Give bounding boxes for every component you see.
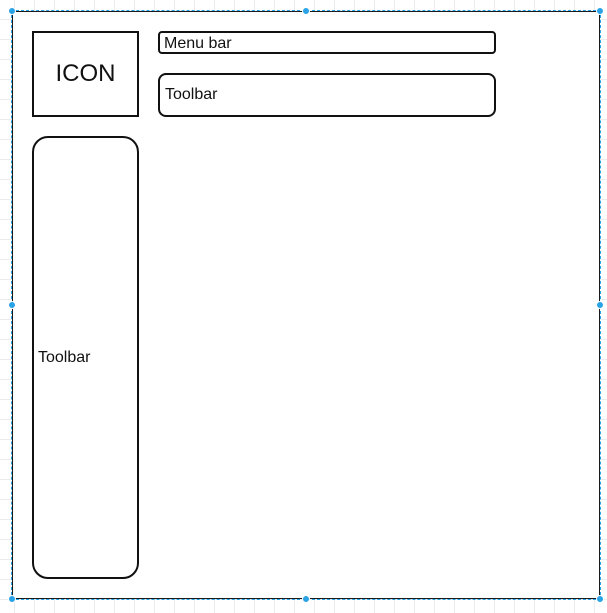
resize-handle-left[interactable]	[8, 301, 16, 309]
resize-handle-bottom[interactable]	[302, 595, 310, 603]
top-toolbar-placeholder[interactable]: Toolbar	[158, 73, 496, 117]
resize-handle-right[interactable]	[596, 301, 604, 309]
icon-placeholder[interactable]: ICON	[32, 31, 139, 117]
resize-handle-top-left[interactable]	[8, 7, 16, 15]
resize-handle-bottom-left[interactable]	[8, 595, 16, 603]
resize-handle-bottom-right[interactable]	[596, 595, 604, 603]
resize-handle-top-right[interactable]	[596, 7, 604, 15]
icon-placeholder-label: ICON	[55, 60, 116, 87]
menu-bar-placeholder[interactable]: Menu bar	[158, 31, 496, 54]
side-toolbar-label: Toolbar	[38, 348, 91, 366]
resize-handle-top[interactable]	[302, 7, 310, 15]
top-toolbar-label: Toolbar	[165, 86, 218, 103]
side-toolbar-placeholder[interactable]: Toolbar	[32, 136, 139, 579]
menu-bar-label: Menu bar	[164, 35, 232, 52]
